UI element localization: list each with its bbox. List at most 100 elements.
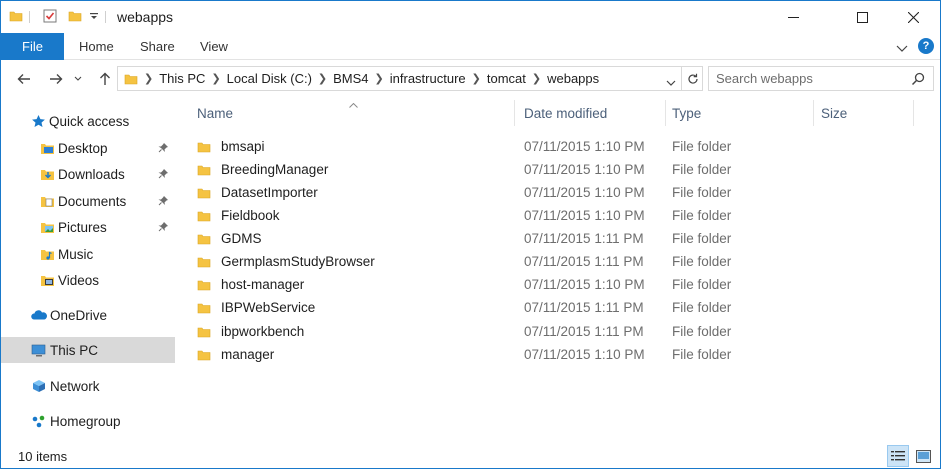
address-bar[interactable]: ❯ This PC ❯ Local Disk (C:) ❯ BMS4 ❯ inf… bbox=[117, 66, 703, 91]
new-folder-icon[interactable] bbox=[68, 9, 82, 23]
desktop-icon bbox=[40, 141, 55, 156]
folder-icon bbox=[197, 348, 211, 362]
expand-ribbon-icon[interactable] bbox=[896, 41, 908, 56]
file-row[interactable]: DatasetImporter 07/11/2015 1:10 PM File … bbox=[197, 181, 917, 204]
file-date: 07/11/2015 1:11 PM bbox=[524, 300, 644, 315]
file-name: host-manager bbox=[221, 277, 305, 292]
help-icon[interactable]: ? bbox=[918, 38, 934, 54]
tab-home[interactable]: Home bbox=[79, 33, 114, 60]
column-divider[interactable] bbox=[665, 100, 666, 126]
nav-item-videos[interactable]: Videos bbox=[1, 267, 175, 293]
chevron-right-icon[interactable]: ❯ bbox=[472, 72, 481, 85]
folder-icon bbox=[124, 72, 138, 86]
maximize-button[interactable] bbox=[839, 1, 885, 33]
folder-icon bbox=[9, 9, 23, 23]
file-row[interactable]: GermplasmStudyBrowser 07/11/2015 1:11 PM… bbox=[197, 250, 917, 273]
nav-network[interactable]: Network bbox=[1, 373, 175, 399]
folder-icon bbox=[197, 140, 211, 154]
search-box[interactable] bbox=[708, 66, 934, 91]
tab-share[interactable]: Share bbox=[140, 33, 175, 60]
pin-icon[interactable] bbox=[158, 167, 169, 182]
file-row[interactable]: ibpworkbench 07/11/2015 1:11 PM File fol… bbox=[197, 320, 917, 343]
chevron-right-icon[interactable]: ❯ bbox=[211, 72, 220, 85]
column-header-date[interactable]: Date modified bbox=[524, 98, 607, 128]
nav-onedrive[interactable]: OneDrive bbox=[1, 302, 175, 328]
nav-item-music[interactable]: Music bbox=[1, 241, 175, 267]
file-name-cell: GDMS bbox=[197, 227, 262, 250]
chevron-right-icon[interactable]: ❯ bbox=[318, 72, 327, 85]
documents-icon bbox=[40, 194, 55, 209]
forward-button[interactable] bbox=[46, 69, 66, 89]
breadcrumb-infrastructure[interactable]: infrastructure bbox=[390, 71, 466, 86]
back-button[interactable] bbox=[14, 69, 34, 89]
nav-quick-access[interactable]: Quick access bbox=[1, 108, 175, 134]
column-header-name[interactable]: Name bbox=[197, 98, 233, 128]
file-type: File folder bbox=[672, 324, 732, 339]
nav-item-documents[interactable]: Documents bbox=[1, 188, 175, 214]
title-bar: webapps bbox=[1, 1, 940, 33]
file-row[interactable]: bmsapi 07/11/2015 1:10 PM File folder bbox=[197, 135, 917, 158]
file-date: 07/11/2015 1:10 PM bbox=[524, 347, 645, 362]
pictures-icon bbox=[40, 220, 55, 235]
chevron-right-icon[interactable]: ❯ bbox=[532, 72, 541, 85]
file-name-cell: DatasetImporter bbox=[197, 181, 318, 204]
star-icon bbox=[31, 114, 46, 129]
chevron-right-icon[interactable]: ❯ bbox=[375, 72, 384, 85]
file-row[interactable]: Fieldbook 07/11/2015 1:10 PM File folder bbox=[197, 204, 917, 227]
column-divider[interactable] bbox=[813, 100, 814, 126]
customize-toolbar-icon[interactable] bbox=[89, 13, 99, 21]
file-name-cell: Fieldbook bbox=[197, 204, 280, 227]
nav-label: OneDrive bbox=[50, 307, 108, 323]
tab-file[interactable]: File bbox=[1, 33, 64, 60]
network-icon bbox=[31, 379, 47, 394]
nav-label: Network bbox=[50, 378, 100, 394]
file-type: File folder bbox=[672, 185, 732, 200]
column-header-type[interactable]: Type bbox=[672, 98, 701, 128]
pin-icon[interactable] bbox=[158, 194, 169, 209]
folder-icon bbox=[197, 163, 211, 177]
pin-icon[interactable] bbox=[158, 141, 169, 156]
file-row[interactable]: GDMS 07/11/2015 1:11 PM File folder bbox=[197, 227, 917, 250]
file-row[interactable]: manager 07/11/2015 1:10 PM File folder bbox=[197, 343, 917, 366]
file-row[interactable]: BreedingManager 07/11/2015 1:10 PM File … bbox=[197, 158, 917, 181]
search-icon[interactable] bbox=[911, 72, 925, 89]
recent-locations-button[interactable] bbox=[72, 69, 84, 89]
pin-icon[interactable] bbox=[158, 220, 169, 235]
file-row[interactable]: IBPWebService 07/11/2015 1:11 PM File fo… bbox=[197, 296, 917, 319]
breadcrumb-webapps[interactable]: webapps bbox=[547, 71, 599, 86]
nav-item-desktop[interactable]: Desktop bbox=[1, 135, 175, 161]
breadcrumb-local-disk[interactable]: Local Disk (C:) bbox=[227, 71, 312, 86]
column-divider[interactable] bbox=[913, 100, 914, 126]
large-icons-view-button[interactable] bbox=[912, 445, 934, 467]
file-date: 07/11/2015 1:10 PM bbox=[524, 139, 645, 154]
breadcrumb-this-pc[interactable]: This PC bbox=[159, 71, 205, 86]
nav-item-downloads[interactable]: Downloads bbox=[1, 161, 175, 187]
nav-label: Homegroup bbox=[50, 413, 121, 429]
breadcrumb-tomcat[interactable]: tomcat bbox=[487, 71, 526, 86]
up-button[interactable] bbox=[95, 69, 115, 89]
nav-homegroup[interactable]: Homegroup bbox=[1, 408, 175, 434]
file-row[interactable]: host-manager 07/11/2015 1:10 PM File fol… bbox=[197, 273, 917, 296]
chevron-right-icon[interactable]: ❯ bbox=[144, 72, 153, 85]
nav-label: Videos bbox=[58, 272, 100, 288]
refresh-icon[interactable] bbox=[681, 66, 703, 91]
minimize-button[interactable] bbox=[770, 1, 816, 33]
nav-label: Desktop bbox=[58, 140, 108, 156]
column-divider[interactable] bbox=[514, 100, 515, 126]
nav-this-pc[interactable]: This PC bbox=[1, 337, 175, 363]
file-type: File folder bbox=[672, 162, 732, 177]
properties-icon[interactable] bbox=[43, 9, 57, 23]
details-view-button[interactable] bbox=[887, 445, 909, 467]
nav-item-pictures[interactable]: Pictures bbox=[1, 214, 175, 240]
column-header-size[interactable]: Size bbox=[821, 98, 847, 128]
tab-view[interactable]: View bbox=[200, 33, 228, 60]
sort-ascending-icon bbox=[349, 96, 358, 111]
close-button[interactable] bbox=[890, 1, 936, 33]
folder-icon bbox=[197, 186, 211, 200]
nav-label: Music bbox=[58, 246, 94, 262]
search-input[interactable] bbox=[716, 71, 906, 86]
folder-icon bbox=[197, 255, 211, 269]
breadcrumb-bms4[interactable]: BMS4 bbox=[333, 71, 368, 86]
file-date: 07/11/2015 1:11 PM bbox=[524, 324, 644, 339]
address-dropdown-icon[interactable] bbox=[666, 75, 676, 90]
